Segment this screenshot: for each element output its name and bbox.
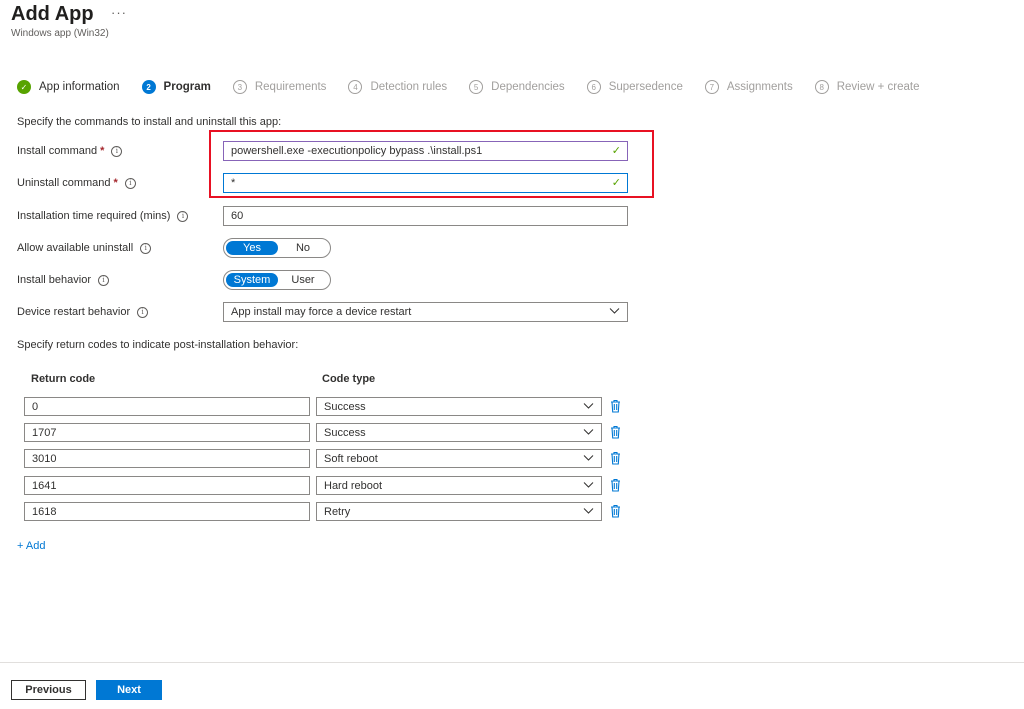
return-code-input[interactable]: 1618 [24, 502, 310, 521]
info-icon[interactable]: i [111, 145, 123, 157]
restart-behavior-value: App install may force a device restart [231, 306, 412, 318]
return-code-input[interactable]: 1641 [24, 476, 310, 495]
code-type-select[interactable]: Hard reboot [316, 476, 602, 495]
wizard-steps: ✓ App information 2 Program 3 Requiremen… [17, 79, 941, 95]
step-program[interactable]: 2 Program [141, 80, 211, 94]
chevron-down-icon [583, 452, 594, 466]
uninstall-command-row: Uninstall command * i [17, 173, 136, 193]
install-behavior-user[interactable]: User [278, 273, 328, 287]
installation-time-input[interactable]: 60 [223, 206, 628, 226]
installation-time-label: Installation time required (mins) i [17, 210, 189, 222]
column-header-code-type: Code type [322, 373, 376, 385]
code-type-value: Success [324, 400, 366, 413]
info-icon[interactable]: i [98, 274, 109, 286]
add-return-code-link[interactable]: + Add [17, 540, 45, 552]
allow-uninstall-label-text: Allow available uninstall [17, 242, 134, 254]
step-detection-rules[interactable]: 4 Detection rules [348, 80, 447, 94]
uninstall-command-label: Uninstall command * i [17, 177, 136, 189]
code-type-value: Hard reboot [324, 479, 383, 492]
step-number-icon: 4 [348, 80, 363, 94]
installation-time-label-text: Installation time required (mins) [17, 210, 171, 222]
restart-behavior-row: Device restart behavior i [17, 302, 149, 322]
restart-behavior-label: Device restart behavior i [17, 306, 149, 318]
more-options-button[interactable]: ··· [111, 5, 127, 20]
install-behavior-label: Install behavior i [17, 274, 109, 286]
info-icon[interactable]: i [124, 177, 136, 189]
chevron-down-icon [609, 305, 620, 319]
install-command-label-text: Install command [17, 145, 98, 157]
installation-time-row: Installation time required (mins) i [17, 206, 189, 226]
info-icon[interactable]: i [140, 242, 152, 254]
chevron-down-icon [583, 400, 594, 414]
chevron-down-icon [583, 426, 594, 440]
install-command-label: Install command * i [17, 145, 123, 157]
code-type-value: Success [324, 426, 366, 439]
allow-uninstall-row: Allow available uninstall i [17, 238, 152, 258]
chevron-down-icon [583, 479, 594, 493]
install-behavior-toggle: System User [223, 270, 331, 290]
installation-time-value: 60 [231, 210, 244, 222]
step-app-information[interactable]: ✓ App information [17, 80, 120, 94]
code-type-select[interactable]: Success [316, 423, 602, 442]
restart-behavior-label-text: Device restart behavior [17, 306, 131, 318]
page-title: Add App [11, 3, 94, 25]
step-label: Program [163, 81, 211, 93]
allow-uninstall-toggle: Yes No [223, 238, 331, 258]
trash-icon[interactable] [610, 399, 621, 413]
code-type-select[interactable]: Soft reboot [316, 449, 602, 468]
next-button[interactable]: Next [96, 680, 162, 700]
trash-icon[interactable] [610, 478, 621, 492]
code-type-value: Soft reboot [324, 452, 378, 465]
footer-divider [0, 662, 1024, 663]
previous-button[interactable]: Previous [11, 680, 86, 700]
step-dependencies[interactable]: 5 Dependencies [469, 80, 565, 94]
return-code-input[interactable]: 0 [24, 397, 310, 416]
code-type-select[interactable]: Retry [316, 502, 602, 521]
step-number-icon: 2 [141, 80, 156, 94]
install-behavior-label-text: Install behavior [17, 274, 91, 286]
trash-icon[interactable] [610, 504, 621, 518]
return-codes-intro: Specify return codes to indicate post-in… [17, 339, 299, 351]
step-label: Dependencies [491, 81, 565, 93]
info-icon[interactable]: i [177, 210, 189, 222]
allow-uninstall-no[interactable]: No [278, 241, 328, 255]
step-number-icon: 7 [704, 80, 719, 94]
step-requirements[interactable]: 3 Requirements [232, 80, 327, 94]
step-supersedence[interactable]: 6 Supersedence [586, 80, 683, 94]
column-header-return-code: Return code [31, 373, 96, 385]
page-subtitle: Windows app (Win32) [11, 28, 109, 39]
step-label: Assignments [726, 81, 793, 93]
step-number-icon: 6 [586, 80, 601, 94]
step-number-icon: 3 [232, 80, 247, 94]
step-label: App information [39, 81, 120, 93]
step-label: Supersedence [608, 81, 683, 93]
step-label: Detection rules [370, 81, 448, 93]
allow-uninstall-label: Allow available uninstall i [17, 242, 152, 254]
install-behavior-system[interactable]: System [226, 273, 278, 287]
install-command-row: Install command * i [17, 141, 123, 161]
install-behavior-row: Install behavior i [17, 270, 109, 290]
commands-intro: Specify the commands to install and unin… [17, 116, 282, 128]
step-number-icon: 8 [814, 80, 829, 94]
allow-uninstall-yes[interactable]: Yes [226, 241, 278, 255]
step-label: Review + create [836, 81, 920, 93]
step-review-create[interactable]: 8 Review + create [814, 80, 920, 94]
required-marker: * [100, 145, 105, 157]
step-number-icon: 5 [469, 80, 484, 94]
trash-icon[interactable] [610, 425, 621, 439]
code-type-value: Retry [324, 505, 351, 518]
code-type-select[interactable]: Success [316, 397, 602, 416]
step-assignments[interactable]: 7 Assignments [704, 80, 793, 94]
trash-icon[interactable] [610, 451, 621, 465]
uninstall-command-label-text: Uninstall command [17, 177, 111, 189]
step-complete-icon: ✓ [17, 80, 31, 94]
required-marker: * [113, 177, 118, 189]
return-code-input[interactable]: 1707 [24, 423, 310, 442]
restart-behavior-select[interactable]: App install may force a device restart [223, 302, 628, 322]
highlight-box [209, 130, 654, 198]
step-label: Requirements [254, 81, 327, 93]
info-icon[interactable]: i [137, 306, 149, 318]
chevron-down-icon [583, 505, 594, 519]
return-code-input[interactable]: 3010 [24, 449, 310, 468]
